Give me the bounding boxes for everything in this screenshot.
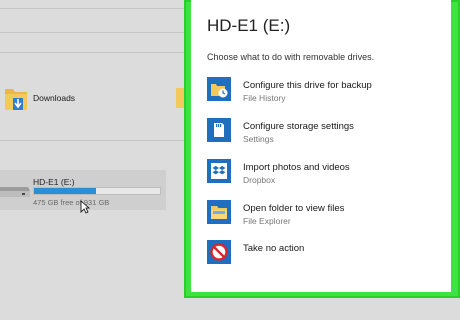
file-history-icon bbox=[207, 77, 231, 101]
option-subtitle: File History bbox=[243, 93, 286, 103]
drive-free-space: 475 GB free of 931 GB bbox=[33, 198, 110, 207]
option-title: Configure this drive for backup bbox=[243, 80, 372, 91]
drive-icon bbox=[0, 183, 30, 204]
popup-title: HD-E1 (E:) bbox=[207, 16, 291, 35]
dropbox-icon bbox=[207, 159, 231, 183]
drive-name: HD-E1 (E:) bbox=[33, 177, 75, 187]
option-configure-backup[interactable]: Configure this drive for backup File His… bbox=[207, 77, 443, 111]
option-subtitle: File Explorer bbox=[243, 216, 291, 226]
mouse-cursor-icon bbox=[80, 200, 91, 219]
no-action-icon bbox=[207, 240, 231, 264]
divider bbox=[0, 32, 184, 33]
option-open-folder[interactable]: Open folder to view files File Explorer bbox=[207, 200, 443, 234]
option-title: Configure storage settings bbox=[243, 121, 354, 132]
option-import-photos[interactable]: Import photos and videos Dropbox bbox=[207, 159, 443, 193]
divider bbox=[0, 52, 184, 53]
drive-usage-fill bbox=[34, 188, 96, 194]
option-take-no-action[interactable]: Take no action bbox=[207, 240, 443, 274]
divider bbox=[0, 140, 184, 141]
divider bbox=[0, 8, 184, 9]
autoplay-popup: HD-E1 (E:) Choose what to do with remova… bbox=[191, 0, 451, 292]
drive-usage-bar bbox=[33, 187, 161, 195]
option-title: Open folder to view files bbox=[243, 203, 345, 214]
popup-subtitle: Choose what to do with removable drives. bbox=[207, 52, 375, 62]
sd-card-icon bbox=[207, 118, 231, 142]
option-storage-settings[interactable]: Configure storage settings Settings bbox=[207, 118, 443, 152]
option-title: Import photos and videos bbox=[243, 162, 350, 173]
folder-icon bbox=[207, 200, 231, 224]
option-title: Take no action bbox=[243, 243, 305, 254]
option-subtitle: Settings bbox=[243, 134, 274, 144]
option-subtitle: Dropbox bbox=[243, 175, 276, 185]
downloads-folder-icon[interactable] bbox=[4, 84, 28, 117]
downloads-label[interactable]: Downloads bbox=[33, 93, 75, 103]
